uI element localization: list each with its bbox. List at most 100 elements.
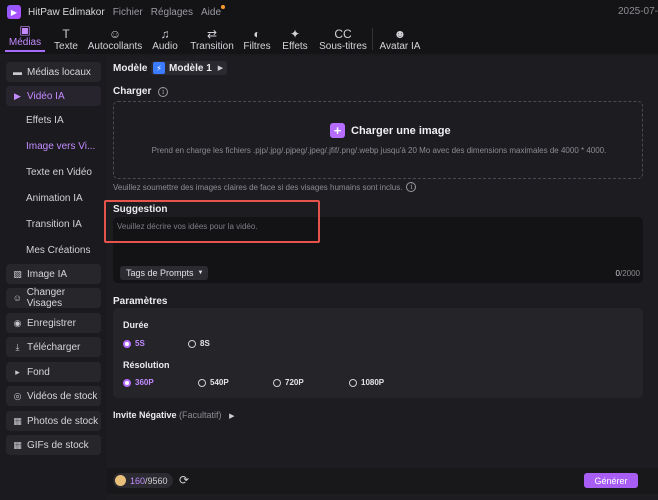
negative-label: Invite Négative xyxy=(113,410,177,420)
stock-photo-icon: ▦ xyxy=(13,415,22,426)
credits-total: /9560 xyxy=(145,475,168,486)
radio-label: 720P xyxy=(285,378,304,387)
radio-dot xyxy=(198,378,206,387)
sidebar-item-gifs-de-stock[interactable]: ▦ GIFs de stock xyxy=(6,435,101,455)
plus-icon: + xyxy=(330,123,345,138)
tab-label: Sous-titres xyxy=(319,41,367,52)
chevron-right-icon: ▶ xyxy=(217,65,224,72)
stock-video-icon: ◎ xyxy=(13,390,22,401)
radio-label: 1080P xyxy=(361,378,385,387)
main-toolbar: ▣ Médias T Texte ☺ Autocollants ♫ Audio … xyxy=(0,24,658,54)
face-hint: Veuillez soumettre des images claires de… xyxy=(113,182,417,192)
char-counter: 0/2000 xyxy=(616,269,640,278)
menu-aide-label: Aide xyxy=(200,6,221,18)
sidebar-item-changer-visages[interactable]: ☺ Changer Visages xyxy=(6,287,101,309)
highlight-box xyxy=(104,200,320,243)
sidebar-item-video-ia[interactable]: ▶ Vidéo IA xyxy=(6,86,101,106)
char-max: /2000 xyxy=(619,269,640,278)
sidebar-item-label: Enregistrer xyxy=(27,317,76,329)
ai-video-icon: ▶ xyxy=(14,90,21,101)
credits-badge: 160 /9560 xyxy=(113,473,173,488)
sparkle-icon: ✦ xyxy=(289,27,301,41)
params-label: Paramètres xyxy=(113,296,168,307)
sidebar-item-telecharger[interactable]: ⤓ Télécharger xyxy=(6,337,101,357)
menu-fichier[interactable]: Fichier xyxy=(113,7,143,18)
sidebar-item-enregistrer[interactable]: ◉ Enregistrer xyxy=(6,313,101,333)
tab-avatar-ia[interactable]: ☻ Avatar IA xyxy=(373,24,427,54)
menu-aide[interactable]: Aide xyxy=(200,4,225,18)
upload-dropzone[interactable]: + Charger une image Prend en charge les … xyxy=(113,101,643,179)
info-icon[interactable]: i xyxy=(406,182,417,192)
tab-label: Audio xyxy=(152,41,178,52)
text-icon: T xyxy=(62,27,70,41)
sidebar-item-medias-locaux[interactable]: ▬ Médias locaux xyxy=(6,62,101,82)
radio-label: 8S xyxy=(200,339,210,348)
generate-button[interactable]: Générer xyxy=(584,473,638,488)
tab-transition[interactable]: ⇄ Transition xyxy=(186,24,238,54)
sidebar-item-videos-de-stock[interactable]: ◎ Vidéos de stock xyxy=(6,386,101,406)
tab-autocollants[interactable]: ☺ Autocollants xyxy=(86,24,144,54)
negative-prompt-toggle[interactable]: Invite Négative (Facultatif) ▶ xyxy=(113,410,234,420)
music-note-icon: ♫ xyxy=(160,27,170,41)
tab-filtres[interactable]: ◐ Filtres xyxy=(238,24,276,54)
title-date: 2025-07- xyxy=(617,6,658,17)
menu-reglages[interactable]: Réglages xyxy=(151,7,193,18)
duration-5s-radio[interactable]: 5S xyxy=(123,339,145,348)
tab-label: Médias xyxy=(8,37,42,48)
bottom-bar: 160 /9560 ⟳ Générer xyxy=(107,468,658,494)
model-label: Modèle xyxy=(113,63,148,74)
tab-label: Filtres xyxy=(243,41,271,52)
tab-label: Effets xyxy=(282,41,308,52)
prompt-tags-dropdown[interactable]: Tags de Prompts ▼ xyxy=(120,266,208,280)
sidebar-item-image-ia[interactable]: ▧ Image IA xyxy=(6,264,101,284)
record-icon: ◉ xyxy=(13,317,22,328)
gif-icon: ▦ xyxy=(13,439,22,450)
tab-texte[interactable]: T Texte xyxy=(46,24,86,54)
resolution-1080p-radio[interactable]: 1080P xyxy=(349,378,384,387)
sidebar-item-label: Photos de stock xyxy=(27,415,99,427)
tab-sous-titres[interactable]: CC Sous-titres xyxy=(314,24,372,54)
duration-8s-radio[interactable]: 8S xyxy=(188,339,210,348)
sidebar-subitem-image-vers-video[interactable]: Image vers Vi... xyxy=(26,141,95,152)
resolution-540p-radio[interactable]: 540P xyxy=(198,378,229,387)
sidebar-subitem-effets-ia[interactable]: Effets IA xyxy=(26,115,64,126)
upload-hint: Prend en charge les fichiers .pjp/.jpg/.… xyxy=(151,146,607,155)
prompt-tags-label: Tags de Prompts xyxy=(126,268,194,278)
radio-dot xyxy=(123,339,131,348)
info-icon[interactable]: i xyxy=(158,87,169,97)
radio-label: 360P xyxy=(135,378,154,387)
resolution-360p-radio[interactable]: 360P xyxy=(123,378,154,387)
tab-audio[interactable]: ♫ Audio xyxy=(144,24,186,54)
notification-dot xyxy=(221,4,225,9)
tab-medias[interactable]: ▣ Médias xyxy=(4,24,46,54)
media-icon: ▣ xyxy=(19,23,31,37)
tab-label: Texte xyxy=(54,41,78,52)
sidebar-subitem-transition-ia[interactable]: Transition IA xyxy=(26,219,82,230)
tab-label: Avatar IA xyxy=(379,41,421,52)
sidebar-item-fond[interactable]: ▸ Fond xyxy=(6,362,101,382)
play-background-icon: ▸ xyxy=(15,366,20,377)
sidebar-subitem-texte-en-video[interactable]: Texte en Vidéo xyxy=(26,167,92,178)
sticker-icon: ☺ xyxy=(108,27,122,41)
avatar-icon: ☻ xyxy=(393,27,407,41)
face-hint-text: Veuillez soumettre des images claires de… xyxy=(113,182,403,192)
app-name: HitPaw Edimakor xyxy=(28,6,105,18)
radio-label: 540P xyxy=(210,378,229,387)
model-selector[interactable]: ⚡ Modèle 1 ▶ xyxy=(151,61,227,75)
params-panel: Durée 5S 8S Résolution 360P 540P 720P 10… xyxy=(113,308,643,398)
transition-arrows-icon: ⇄ xyxy=(206,27,218,41)
tab-effets[interactable]: ✦ Effets xyxy=(276,24,314,54)
face-swap-icon: ☺ xyxy=(12,293,22,303)
resolution-720p-radio[interactable]: 720P xyxy=(273,378,304,387)
upload-image-button[interactable]: + Charger une image xyxy=(330,123,451,138)
upload-label: Charger i xyxy=(113,86,169,97)
radio-dot xyxy=(188,339,196,348)
app-logo-icon: ▶ xyxy=(7,5,21,19)
sidebar: ▬ Médias locaux ▶ Vidéo IA Effets IA Ima… xyxy=(0,56,107,500)
sidebar-item-label: Fond xyxy=(27,366,50,378)
model-value: Modèle 1 xyxy=(169,62,212,74)
sidebar-subitem-mes-creations[interactable]: Mes Créations xyxy=(26,245,90,256)
sidebar-subitem-animation-ia[interactable]: Animation IA xyxy=(26,193,83,204)
refresh-icon[interactable]: ⟳ xyxy=(179,473,189,487)
sidebar-item-photos-de-stock[interactable]: ▦ Photos de stock xyxy=(6,411,101,431)
